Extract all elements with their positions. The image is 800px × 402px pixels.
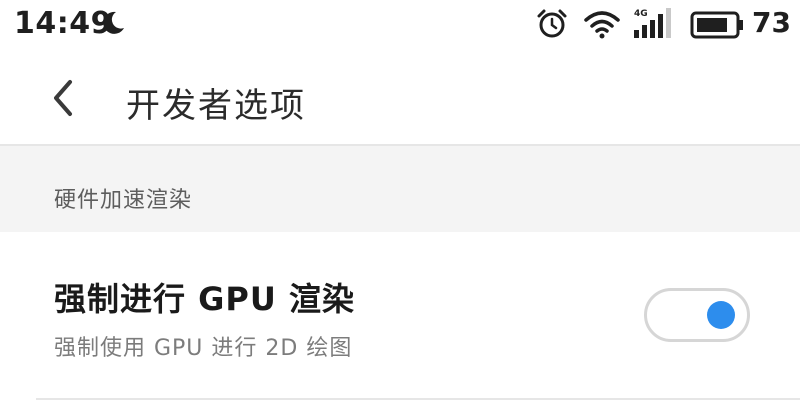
force-gpu-toggle[interactable] bbox=[644, 288, 750, 342]
alarm-icon bbox=[536, 8, 568, 44]
row-divider bbox=[36, 398, 800, 400]
status-bar: 14:49 4G 73 bbox=[0, 0, 800, 52]
page-title: 开发者选项 bbox=[126, 86, 306, 126]
back-button[interactable] bbox=[40, 70, 88, 126]
cellular-signal-icon: 4G bbox=[632, 6, 678, 46]
wifi-icon bbox=[584, 10, 620, 44]
network-type-label: 4G bbox=[634, 9, 648, 19]
setting-row-force-gpu[interactable]: 强制进行 GPU 渲染 强制使用 GPU 进行 2D 绘图 bbox=[0, 232, 800, 402]
chevron-left-icon bbox=[54, 80, 72, 116]
app-header: 开发者选项 bbox=[0, 52, 800, 144]
setting-description: 强制使用 GPU 进行 2D 绘图 bbox=[54, 336, 353, 361]
status-time: 14:49 bbox=[14, 6, 112, 41]
toggle-knob bbox=[707, 301, 735, 329]
battery-icon bbox=[690, 10, 746, 44]
section-header: 硬件加速渲染 bbox=[0, 146, 800, 232]
battery-percentage: 73 bbox=[752, 6, 791, 39]
section-label: 硬件加速渲染 bbox=[54, 188, 193, 213]
setting-title: 强制进行 GPU 渲染 bbox=[54, 280, 355, 318]
moon-icon bbox=[100, 10, 126, 40]
